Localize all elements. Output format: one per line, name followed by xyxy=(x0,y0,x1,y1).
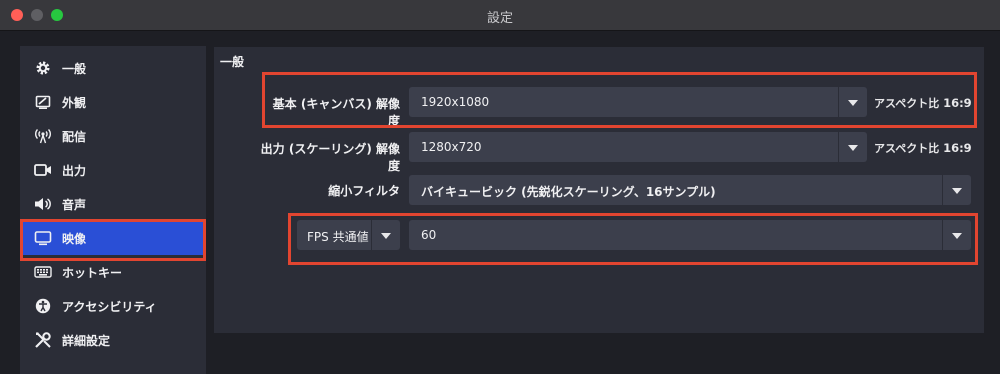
sidebar-item-label: 詳細設定 xyxy=(62,334,111,348)
sidebar-item-label: アクセシビリティ xyxy=(62,300,157,314)
broadcast-icon xyxy=(34,127,52,145)
sidebar-item-label: 出力 xyxy=(62,164,87,178)
output-icon xyxy=(34,161,52,179)
sidebar-item-general[interactable]: 一般 xyxy=(20,51,206,85)
dropdown-arrow-button[interactable] xyxy=(942,175,971,205)
title-bar: 設定 xyxy=(0,0,1000,31)
settings-sidebar: 一般 外観 配信 出力 音声 映像 ホットキー アクセシビリティ 詳細設定 xyxy=(20,46,206,374)
chevron-down-icon xyxy=(848,145,858,151)
sidebar-item-appearance[interactable]: 外観 xyxy=(20,85,206,119)
downscale-filter-label: 縮小フィルタ xyxy=(328,184,400,198)
sidebar-item-label: 外観 xyxy=(62,96,87,110)
keyboard-icon xyxy=(34,263,52,281)
appearance-icon xyxy=(34,93,52,111)
output-resolution-value: 1280x720 xyxy=(421,140,482,154)
chevron-down-icon xyxy=(952,188,962,194)
aspect-prefix: アスペクト比 xyxy=(874,142,940,155)
sidebar-item-output[interactable]: 出力 xyxy=(20,153,206,187)
aspect-value: 16:9 xyxy=(943,141,972,155)
sidebar-item-label: 音声 xyxy=(62,198,87,212)
output-resolution-select[interactable]: 1280x720 xyxy=(409,132,867,162)
sidebar-item-label: ホットキー xyxy=(62,266,123,280)
gear-icon xyxy=(34,59,52,77)
downscale-filter-select[interactable]: バイキュービック (先鋭化スケーリング、16サンプル) xyxy=(409,175,971,205)
sidebar-item-label: 一般 xyxy=(62,62,87,76)
sidebar-item-label: 配信 xyxy=(62,130,87,144)
output-resolution-label: 出力 (スケーリング) 解像度 xyxy=(260,142,400,173)
sidebar-item-advanced[interactable]: 詳細設定 xyxy=(20,323,206,357)
sidebar-item-audio[interactable]: 音声 xyxy=(20,187,206,221)
output-aspect-ratio: アスペクト比 16:9 xyxy=(874,140,972,156)
speaker-icon xyxy=(34,195,52,213)
section-title: 一般 xyxy=(220,55,245,69)
sidebar-item-stream[interactable]: 配信 xyxy=(20,119,206,153)
sidebar-item-accessibility[interactable]: アクセシビリティ xyxy=(20,289,206,323)
window-title: 設定 xyxy=(486,11,513,26)
accessibility-icon xyxy=(34,297,52,315)
highlight-annotation-video xyxy=(20,219,206,261)
highlight-annotation-fps xyxy=(288,213,978,265)
tools-icon xyxy=(34,331,52,349)
highlight-annotation-base-resolution xyxy=(262,72,977,128)
panel-bottom-area xyxy=(214,333,984,374)
dropdown-arrow-button[interactable] xyxy=(838,132,867,162)
downscale-filter-value: バイキュービック (先鋭化スケーリング、16サンプル) xyxy=(421,185,716,199)
